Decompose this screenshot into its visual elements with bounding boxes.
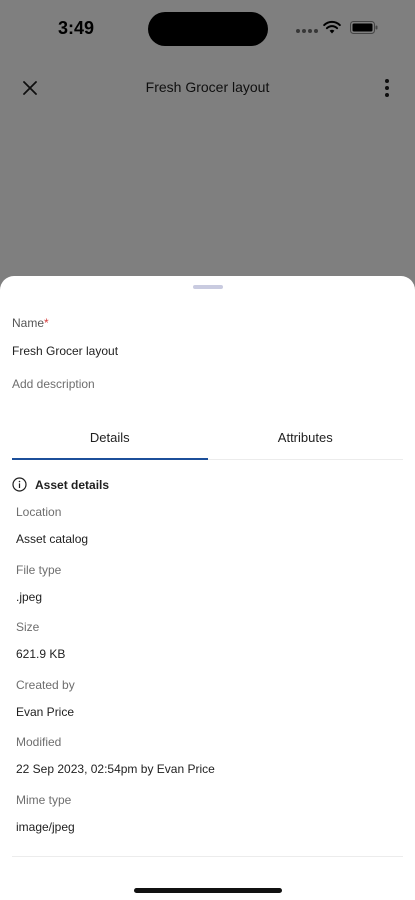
detail-value: .jpeg (16, 589, 43, 604)
detail-size: Size 621.9 KB (16, 619, 396, 677)
detail-value: Evan Price (16, 704, 75, 719)
detail-mime-type: Mime type image/jpeg (16, 792, 396, 850)
description-field[interactable]: Add description (12, 377, 95, 391)
detail-label: Modified (16, 735, 62, 750)
section-title: Asset details (35, 477, 110, 492)
tab-attributes[interactable]: Attributes (208, 416, 404, 459)
detail-location: Location Asset catalog (16, 504, 396, 562)
tab-bar: Details Attributes (12, 416, 403, 460)
required-mark: * (44, 316, 49, 330)
detail-value: 621.9 KB (16, 647, 66, 662)
detail-value: image/jpeg (16, 819, 75, 834)
detail-value: 22 Sep 2023, 02:54pm by Evan Price (16, 762, 215, 777)
asset-details-header: Asset details (12, 477, 109, 492)
detail-label: Size (16, 620, 40, 635)
name-field[interactable]: Fresh Grocer layout (12, 344, 118, 358)
detail-modified: Modified 22 Sep 2023, 02:54pm by Evan Pr… (16, 734, 396, 792)
detail-label: Mime type (16, 792, 72, 807)
info-icon (12, 477, 27, 492)
detail-created-by: Created by Evan Price (16, 677, 396, 735)
detail-label: File type (16, 562, 62, 577)
detail-label: Location (16, 505, 62, 519)
divider (12, 856, 403, 857)
detail-value: Asset catalog (16, 532, 89, 546)
name-label-text: Name (12, 316, 45, 330)
name-label: Name* (12, 316, 49, 330)
asset-details-sheet: Name* Fresh Grocer layout Add descriptio… (0, 276, 415, 900)
detail-file-type: File type .jpeg (16, 562, 396, 620)
detail-label: Created by (16, 677, 75, 692)
tab-details[interactable]: Details (12, 416, 208, 460)
home-indicator[interactable] (134, 888, 282, 893)
details-list: Location Asset catalog File type .jpeg S… (16, 504, 396, 850)
drag-handle[interactable] (193, 285, 223, 289)
